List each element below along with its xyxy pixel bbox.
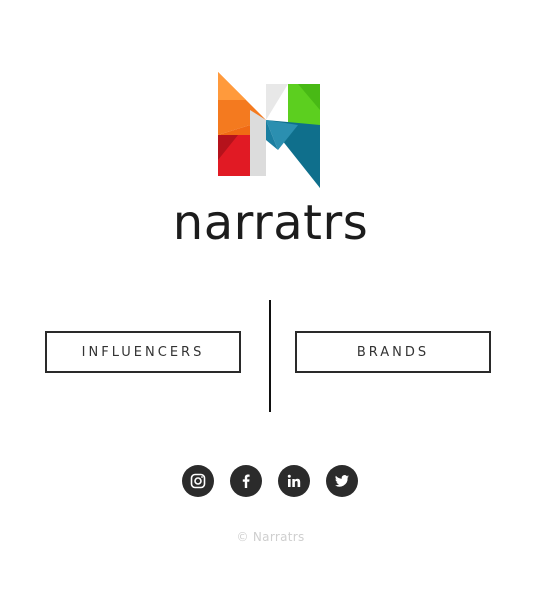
copyright-text: © Narratrs	[236, 530, 305, 544]
narratrs-n-logo-icon	[218, 72, 320, 188]
linkedin-link[interactable]	[278, 465, 310, 497]
facebook-link[interactable]	[230, 465, 262, 497]
twitter-link[interactable]	[326, 465, 358, 497]
vertical-divider	[269, 300, 271, 412]
influencers-button[interactable]: INFLUENCERS	[45, 331, 241, 373]
brands-button[interactable]: BRANDS	[295, 331, 491, 373]
facebook-icon	[242, 474, 250, 488]
twitter-icon	[334, 475, 349, 487]
instagram-link[interactable]	[182, 465, 214, 497]
instagram-icon	[190, 473, 206, 489]
linkedin-icon	[287, 474, 301, 487]
brand-wordmark: narratrs	[172, 195, 369, 251]
